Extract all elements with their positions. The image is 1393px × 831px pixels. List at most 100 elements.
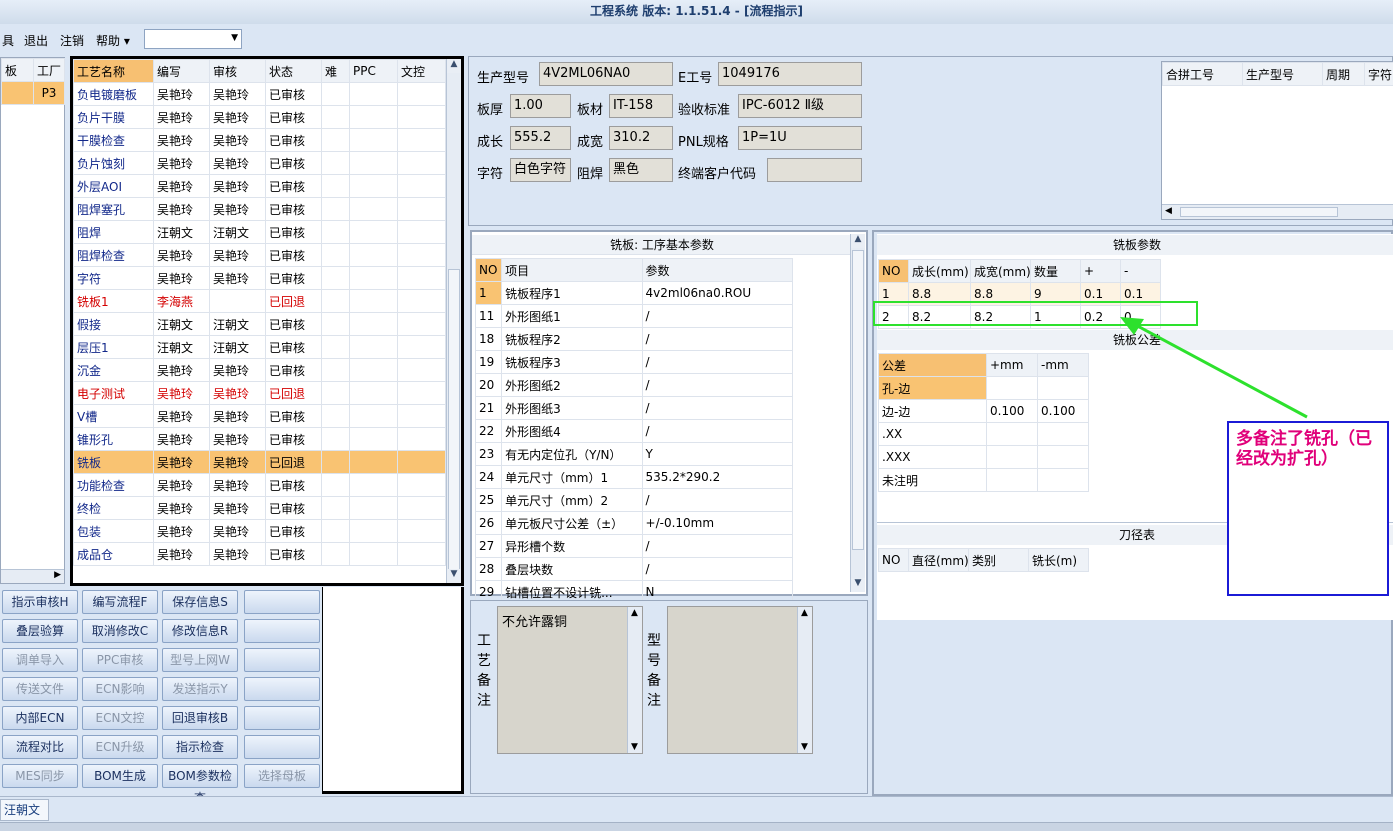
action-button[interactable]: MES同步: [2, 764, 78, 788]
action-button[interactable]: 传送文件: [2, 677, 78, 701]
doc-control-cell[interactable]: [397, 450, 446, 474]
scroll-up-icon[interactable]: ▲: [447, 59, 461, 73]
difficulty-cell[interactable]: [321, 473, 350, 497]
action-button[interactable]: BOM参数检查: [162, 764, 238, 805]
pnl-field[interactable]: 1P=1U: [738, 126, 862, 150]
ppc-cell[interactable]: [349, 82, 398, 106]
params-item-cell[interactable]: 铣板程序2: [501, 327, 643, 351]
params-no-cell[interactable]: 28: [474, 557, 503, 581]
tolerance-row[interactable]: 未注明: [878, 468, 1089, 492]
tolerance-cell[interactable]: [986, 422, 1038, 446]
action-button[interactable]: 发送指示Y: [162, 677, 238, 701]
status-cell[interactable]: 已回退: [265, 289, 322, 313]
ppc-cell[interactable]: [349, 427, 398, 451]
process-row[interactable]: 负片蚀刻 吴艳玲 吴艳玲 已审核: [73, 151, 446, 175]
reviewer-cell[interactable]: 吴艳玲: [209, 519, 266, 543]
action-button[interactable]: BOM生成: [82, 764, 158, 788]
params-row[interactable]: 18 铣板程序2/: [474, 327, 794, 351]
tolerance-cell[interactable]: [1037, 468, 1089, 492]
difficulty-cell[interactable]: [321, 404, 350, 428]
arrow-right-icon[interactable]: ▶: [54, 570, 61, 580]
tolerance-cell[interactable]: .XXX: [878, 445, 987, 469]
tool-col-no[interactable]: NO: [878, 548, 909, 572]
params-item-cell[interactable]: 单元板尺寸公差（±）: [501, 511, 643, 535]
scroll-up-icon[interactable]: ▲: [801, 608, 808, 618]
writer-cell[interactable]: 吴艳玲: [153, 105, 210, 129]
tol-col-minus[interactable]: -mm: [1037, 353, 1089, 377]
ppc-cell[interactable]: [349, 519, 398, 543]
empty-button[interactable]: [244, 590, 320, 614]
process-row[interactable]: 铣板1 李海燕 已回退: [73, 289, 446, 313]
doc-control-cell[interactable]: [397, 220, 446, 244]
process-row[interactable]: 铣板 吴艳玲 吴艳玲 已回退: [73, 450, 446, 474]
mill-col-qty[interactable]: 数量: [1030, 259, 1081, 283]
material-field[interactable]: IT-158: [609, 94, 673, 118]
process-row[interactable]: 终检 吴艳玲 吴艳玲 已审核: [73, 496, 446, 520]
craft-remark-textarea[interactable]: 不允许露铜 ▲ ▼: [497, 606, 643, 754]
params-no-cell[interactable]: 22: [474, 419, 503, 443]
params-item-cell[interactable]: 异形槽个数: [501, 534, 643, 558]
process-name-cell[interactable]: 铣板1: [73, 289, 154, 313]
process-row[interactable]: 成品仓 吴艳玲 吴艳玲 已审核: [73, 542, 446, 566]
col-header-char[interactable]: 字符: [1364, 62, 1393, 86]
status-cell[interactable]: 已审核: [265, 404, 322, 428]
mill-col-width[interactable]: 成宽(mm): [970, 259, 1031, 283]
writer-cell[interactable]: 汪朝文: [153, 335, 210, 359]
writer-cell[interactable]: 吴艳玲: [153, 266, 210, 290]
params-row[interactable]: 1 铣板程序1 4v2ml06na0.ROU: [474, 281, 794, 305]
status-cell[interactable]: 已审核: [265, 427, 322, 451]
col-header-writer[interactable]: 编写: [153, 59, 210, 83]
tolerance-cell[interactable]: [986, 376, 1038, 400]
col-header-reviewer[interactable]: 审核: [209, 59, 266, 83]
params-no-cell[interactable]: 1: [474, 281, 503, 305]
params-value-cell[interactable]: /: [641, 488, 794, 512]
col-header-merge-eno[interactable]: 合拼工号: [1162, 62, 1243, 86]
doc-control-cell[interactable]: [397, 427, 446, 451]
status-cell[interactable]: 已审核: [265, 496, 322, 520]
reviewer-cell[interactable]: 吴艳玲: [209, 243, 266, 267]
action-button[interactable]: 回退审核B: [162, 706, 238, 730]
reviewer-cell[interactable]: 吴艳玲: [209, 381, 266, 405]
tool-col-mill-length[interactable]: 铣长(m): [1028, 548, 1089, 572]
params-col-item[interactable]: 项目: [501, 258, 643, 282]
empty-button[interactable]: [244, 706, 320, 730]
model-remark-scrollbar[interactable]: ▲ ▼: [797, 607, 812, 753]
merge-scroll-thumb[interactable]: [1180, 207, 1338, 217]
difficulty-cell[interactable]: [321, 496, 350, 520]
reviewer-cell[interactable]: 吴艳玲: [209, 542, 266, 566]
action-button[interactable]: PPC审核: [82, 648, 158, 672]
doc-control-cell[interactable]: [397, 542, 446, 566]
process-name-cell[interactable]: 终检: [73, 496, 154, 520]
writer-cell[interactable]: 汪朝文: [153, 220, 210, 244]
ppc-cell[interactable]: [349, 473, 398, 497]
ppc-cell[interactable]: [349, 335, 398, 359]
action-button[interactable]: 型号上网W: [162, 648, 238, 672]
process-name-cell[interactable]: 包装: [73, 519, 154, 543]
difficulty-cell[interactable]: [321, 358, 350, 382]
tool-col-type[interactable]: 类别: [968, 548, 1029, 572]
params-item-cell[interactable]: 单元尺寸（mm）1: [501, 465, 643, 489]
doc-control-cell[interactable]: [397, 128, 446, 152]
status-cell[interactable]: 已审核: [265, 220, 322, 244]
status-cell[interactable]: 已审核: [265, 473, 322, 497]
ppc-cell[interactable]: [349, 450, 398, 474]
mill-col-length[interactable]: 成长(mm): [908, 259, 971, 283]
doc-control-cell[interactable]: [397, 266, 446, 290]
mask-field[interactable]: 黑色: [609, 158, 673, 182]
width-field[interactable]: 310.2: [609, 126, 673, 150]
reviewer-cell[interactable]: 吴艳玲: [209, 404, 266, 428]
params-no-cell[interactable]: 26: [474, 511, 503, 535]
process-row[interactable]: 干膜检查 吴艳玲 吴艳玲 已审核: [73, 128, 446, 152]
mill-col-no[interactable]: NO: [878, 259, 909, 283]
process-row[interactable]: 层压1 汪朝文 汪朝文 已审核: [73, 335, 446, 359]
writer-cell[interactable]: 吴艳玲: [153, 381, 210, 405]
doc-control-cell[interactable]: [397, 335, 446, 359]
params-value-cell[interactable]: /: [641, 373, 794, 397]
process-row[interactable]: 外层AOI 吴艳玲 吴艳玲 已审核: [73, 174, 446, 198]
reviewer-cell[interactable]: 吴艳玲: [209, 473, 266, 497]
current-user[interactable]: 汪朝文: [0, 799, 49, 821]
length-field[interactable]: 555.2: [510, 126, 571, 150]
process-name-cell[interactable]: 外层AOI: [73, 174, 154, 198]
ppc-cell[interactable]: [349, 220, 398, 244]
ppc-cell[interactable]: [349, 404, 398, 428]
